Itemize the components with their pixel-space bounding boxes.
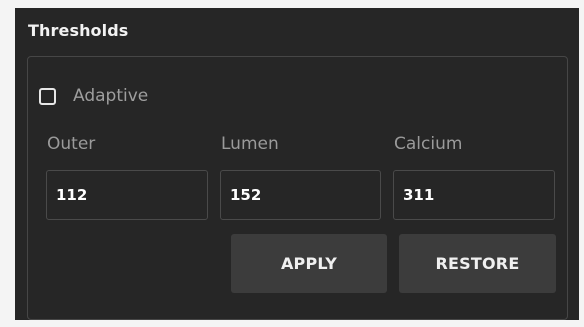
calcium-input[interactable] <box>393 170 555 220</box>
adaptive-checkbox-row[interactable]: Adaptive <box>39 85 148 107</box>
calcium-label: Calcium <box>394 134 463 154</box>
adaptive-checkbox[interactable] <box>39 87 56 105</box>
adaptive-label: Adaptive <box>73 86 149 106</box>
lumen-input[interactable] <box>220 170 381 220</box>
outer-label: Outer <box>47 134 96 154</box>
restore-button[interactable]: RESTORE <box>399 234 556 293</box>
panel-title: Thresholds <box>28 21 129 40</box>
apply-button[interactable]: APPLY <box>231 234 387 293</box>
outer-input[interactable] <box>46 170 208 220</box>
lumen-label: Lumen <box>221 134 279 154</box>
